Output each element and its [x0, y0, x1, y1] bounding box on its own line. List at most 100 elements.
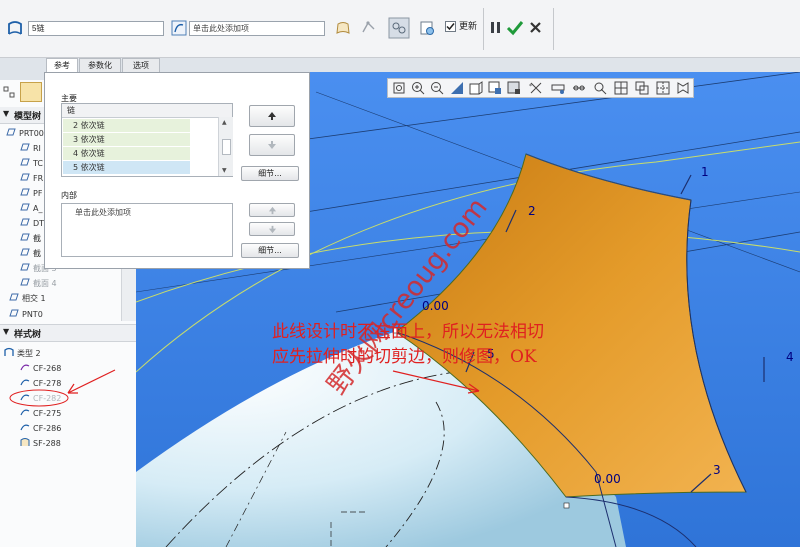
model-tree-item-label: PRT00 — [19, 129, 44, 138]
style-tree-item[interactable]: CF-275 — [20, 407, 61, 421]
arrow-down-icon — [268, 225, 276, 234]
annotation-display-icon[interactable] — [634, 80, 650, 96]
ok-checkmark-icon[interactable] — [506, 19, 524, 37]
curve-icon — [20, 424, 30, 431]
pause-icon[interactable] — [487, 19, 505, 37]
curve-icon — [20, 364, 30, 371]
style-tree-item[interactable]: CF-268 — [20, 362, 61, 376]
folder-tab-icon[interactable] — [20, 82, 42, 102]
curve-icon — [20, 379, 30, 386]
view-toolbar: * — [387, 78, 694, 98]
annotation-pointer-arrow — [67, 369, 116, 394]
update-checkbox[interactable] — [445, 21, 456, 32]
feature-icon — [20, 158, 30, 166]
saved-views-icon[interactable] — [487, 80, 503, 96]
chain-name-field[interactable] — [28, 21, 164, 36]
model-tree-item[interactable]: 截 — [20, 232, 41, 246]
details-button[interactable]: 细节... — [241, 166, 299, 181]
style-tree-root[interactable]: 类型 2 — [4, 347, 41, 361]
tab-parametric[interactable]: 参数化 — [79, 58, 121, 72]
model-tree-item-label: PF — [33, 189, 43, 198]
style-tree-header[interactable]: ▼ 样式树 — [0, 324, 136, 342]
tab-options[interactable]: 选项 — [122, 58, 160, 72]
chain-row[interactable]: 3 依次链 — [63, 133, 190, 146]
style-icon — [4, 347, 14, 356]
scroll-up-icon[interactable]: ▲ — [222, 119, 227, 126]
main-chains-list[interactable]: 链 2 依次链 3 依次链 4 依次链 5 依次链 ▲ ▼ — [61, 103, 233, 177]
datum-axes-icon[interactable] — [571, 80, 587, 96]
zoom-out-icon[interactable] — [429, 80, 445, 96]
move-down-button[interactable] — [249, 134, 295, 156]
svg-text:*: * — [529, 83, 532, 90]
chain-row[interactable]: 4 依次链 — [63, 147, 190, 160]
feature-icon — [20, 218, 30, 226]
model-tree-item[interactable]: DT — [20, 217, 44, 231]
style-tree-item[interactable]: CF-286 — [20, 422, 61, 436]
feature-icon — [20, 248, 30, 256]
model-tree-item[interactable]: PRT00 — [6, 127, 44, 141]
layers-icon[interactable] — [3, 86, 15, 98]
model-tree-item[interactable]: PF — [20, 187, 42, 201]
preview-icon[interactable] — [418, 19, 436, 37]
check-icon — [446, 23, 455, 31]
surface-icon — [20, 438, 30, 446]
internal-list-placeholder: 单击此处添加项 — [75, 208, 131, 217]
internal-move-up-button[interactable] — [249, 203, 295, 217]
tab-references[interactable]: 参考 — [46, 58, 78, 73]
chain-list-scrollbar[interactable]: ▲ ▼ — [218, 117, 233, 176]
datum-display-icon[interactable]: * — [528, 80, 544, 96]
datum-points-icon[interactable] — [592, 80, 608, 96]
scroll-thumb[interactable] — [222, 139, 231, 155]
model-tree-item-label: DT — [33, 219, 45, 228]
internal-move-down-button[interactable] — [249, 222, 295, 236]
annotation-arrow — [392, 370, 480, 394]
add-item-field[interactable]: 单击此处添加项 — [189, 21, 325, 36]
feature-icon — [6, 128, 16, 136]
model-tree-item[interactable]: 截面 4 — [20, 277, 57, 291]
update-label: 更新 — [459, 22, 478, 32]
boundary-blend-icon[interactable] — [6, 19, 24, 37]
style-tree-item[interactable]: SF-288 — [20, 437, 61, 451]
display-style-icon[interactable] — [506, 80, 522, 96]
view-manager-icon[interactable] — [675, 80, 691, 96]
model-tree-item[interactable]: RI — [20, 142, 41, 156]
cancel-icon[interactable] — [527, 19, 545, 37]
model-tree-item[interactable]: A_ — [20, 202, 42, 216]
chain-row-selected[interactable]: 5 依次链 — [63, 161, 190, 174]
internal-list[interactable]: 单击此处添加项 — [61, 203, 233, 257]
collapse-icon[interactable]: ▼ — [3, 327, 9, 336]
model-tree-item[interactable]: 相交 1 — [9, 292, 46, 306]
model-tree-item[interactable]: TC — [20, 157, 43, 171]
model-tree-item-label: RI — [33, 144, 41, 153]
model-tree-item-label: 相交 1 — [22, 294, 46, 303]
model-tree-item[interactable]: 截 — [20, 247, 41, 261]
model-tree-item-label: TC — [33, 159, 44, 168]
surface-icon[interactable] — [334, 19, 352, 37]
model-tree-item[interactable]: FR — [20, 172, 43, 186]
internal-details-button[interactable]: 细节... — [241, 243, 299, 258]
tangency-value-2: 0.00 — [594, 472, 621, 486]
model-tree-item[interactable]: PNT0 — [9, 308, 43, 322]
style-tree-item-label: CF-268 — [33, 364, 62, 373]
references-panel: 主要 链 2 依次链 3 依次链 4 依次链 5 依次链 ▲ ▼ 细节... 内… — [44, 72, 310, 269]
zoom-in-icon[interactable] — [410, 80, 426, 96]
tangency-value-1: 0.00 — [422, 299, 449, 313]
model-tree-item-label: FR — [33, 174, 44, 183]
scroll-down-icon[interactable]: ▼ — [222, 167, 227, 174]
collapse-icon[interactable]: ▼ — [3, 109, 9, 118]
style-tree-root-label: 类型 2 — [17, 349, 41, 358]
style-tree-item-label: SF-288 — [33, 439, 61, 448]
csys-icon[interactable] — [613, 80, 629, 96]
reorient-icon[interactable] — [468, 80, 484, 96]
curve-select-icon[interactable] — [170, 19, 188, 37]
move-up-button[interactable] — [249, 105, 295, 127]
refit-icon[interactable] — [391, 80, 407, 96]
repaint-icon[interactable] — [449, 80, 465, 96]
toolbar-separator — [483, 8, 484, 50]
attachment-icon[interactable] — [388, 17, 410, 39]
datum-planes-icon[interactable] — [550, 80, 566, 96]
chain-row[interactable]: 2 依次链 — [63, 119, 190, 132]
approximate-icon[interactable] — [360, 19, 378, 37]
annotation-note-line-2: 应先拉伸时的切剪边，则修图，OK — [272, 347, 537, 367]
spin-center-icon[interactable] — [655, 80, 671, 96]
